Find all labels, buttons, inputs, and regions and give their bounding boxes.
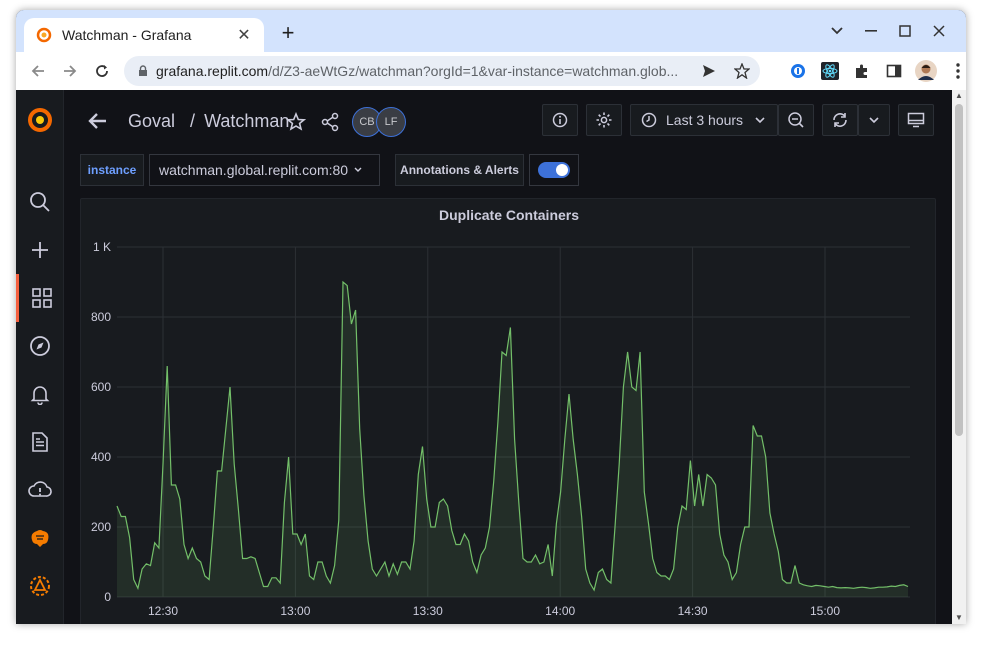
chevron-down-icon [755,116,765,123]
timeseries-chart[interactable]: 0 200 400 600 800 1 K 12:30 13:00 13:30 14:00 14:3… [81,199,937,624]
chevron-down-icon [354,167,362,172]
new-tab-button[interactable]: + [276,22,300,46]
duplicate-containers-panel[interactable]: Duplicate Containers 0 200 400 600 800 1 K 12:… [80,198,936,624]
x-tick-label: 14:00 [545,604,575,618]
monitor-icon [907,112,925,128]
zoom-out-icon [788,112,804,128]
instance-variable-select[interactable]: watchman.global.replit.com:80 [149,154,380,186]
breadcrumb-separator: / [190,111,196,131]
url-host: grafana.replit.com [156,63,269,79]
bell-alerting-icon[interactable] [16,370,64,418]
dashboard-title[interactable]: Watchman [204,111,289,131]
url-path: /d/Z3-aeWtGz/watchman?orgId=1&var-instan… [268,63,679,79]
x-tick-label: 15:00 [810,604,840,618]
address-bar[interactable]: grafana.replit.com/d/Z3-aeWtGz/watchman?… [124,56,760,86]
grafana-logo-icon[interactable] [16,96,64,144]
profile-avatar[interactable] [914,56,938,86]
side-panel-icon[interactable] [882,56,906,86]
arrow-right-icon [64,65,77,77]
info-icon [552,112,568,128]
y-tick-label: 600 [91,380,111,394]
minimize-icon[interactable] [854,18,888,44]
back-button[interactable] [22,55,54,87]
y-tick-label: 400 [91,450,111,464]
url-text: grafana.replit.com/d/Z3-aeWtGz/watchman?… [156,63,696,79]
refresh-icon [833,113,847,127]
share-icon[interactable] [320,112,340,132]
dashboards-grid-icon[interactable] [16,274,64,322]
tab-strip: Watchman - Grafana ✕ + [16,10,966,52]
clock-icon [641,112,657,128]
series-area [117,282,908,597]
react-devtools-icon[interactable] [818,56,842,86]
dashboard-info-button[interactable] [542,104,578,136]
browser-tab[interactable]: Watchman - Grafana ✕ [24,18,264,52]
time-range-label: Last 3 hours [666,112,744,128]
breadcrumb: Goval / Watchman [128,111,289,132]
annotations-toggle[interactable] [529,154,579,186]
instance-variable-label: instance [80,154,144,186]
window-controls [820,18,956,44]
refresh-button[interactable] [822,104,858,136]
arrow-left-icon [31,65,44,77]
browser-window: Watchman - Grafana ✕ + grafana.replit.co… [16,10,966,624]
chevron-down-icon [869,116,879,123]
close-window-icon[interactable] [922,18,956,44]
grafana-sidebar [16,90,64,624]
document-reports-icon[interactable] [16,418,64,466]
x-tick-label: 12:30 [148,604,178,618]
viewer-avatar-2[interactable]: LF [376,107,406,137]
toggle-knob [556,164,568,176]
close-tab-icon[interactable]: ✕ [236,25,252,45]
zoom-out-button[interactable] [778,104,814,136]
breadcrumb-folder[interactable]: Goval [128,111,175,131]
toggle-track [538,162,570,178]
y-tick-label: 1 K [93,240,111,254]
x-tick-label: 14:30 [678,604,708,618]
y-tick-label: 200 [91,520,111,534]
reload-icon [96,65,108,77]
star-favorite-icon[interactable] [286,112,306,132]
y-tick-label: 0 [104,590,111,604]
kebab-menu-icon[interactable] [946,56,966,86]
gear-icon [596,112,612,128]
back-arrow-icon[interactable] [86,110,108,132]
refresh-interval-dropdown[interactable] [858,104,890,136]
dashboard-settings-button[interactable] [586,104,622,136]
y-tick-label: 800 [91,310,111,324]
search-icon[interactable] [16,178,64,226]
tab-title: Watchman - Grafana [62,27,192,43]
chevron-down-icon[interactable] [820,18,854,44]
cloud-alert-icon[interactable] [16,466,64,514]
lock-icon [139,65,147,76]
browser-toolbar: grafana.replit.com/d/Z3-aeWtGz/watchman?… [16,52,966,90]
x-tick-label: 13:30 [413,604,443,618]
reload-button[interactable] [86,55,118,87]
tv-mode-button[interactable] [898,104,934,136]
maximize-icon[interactable] [888,18,922,44]
plus-icon[interactable] [16,226,64,274]
grafana-favicon-icon [36,27,52,43]
dashboard-main: Goval / Watchman CB LF Last 3 hours inst… [64,90,952,624]
compass-explore-icon[interactable] [16,322,64,370]
x-tick-label: 13:00 [280,604,310,618]
extension-icons [786,56,966,86]
extensions-puzzle-icon[interactable] [850,56,874,86]
instance-variable-value: watchman.global.replit.com:80 [159,162,349,178]
annotations-alerts-label: Annotations & Alerts [395,154,524,186]
scroll-down-arrow-icon[interactable]: ▼ [952,612,966,624]
machine-learning-brain-icon[interactable] [16,514,64,562]
send-icon[interactable] [702,64,716,78]
page-scrollbar[interactable]: ▲ ▼ [952,90,966,624]
password-manager-icon[interactable] [786,56,810,86]
oncall-icon[interactable] [16,562,64,610]
dashboard-header: Goval / Watchman CB LF Last 3 hours [64,104,952,140]
scroll-up-arrow-icon[interactable]: ▲ [952,90,966,102]
forward-button[interactable] [54,55,86,87]
time-range-picker[interactable]: Last 3 hours [630,104,778,136]
star-icon[interactable] [734,63,750,79]
scrollbar-thumb[interactable] [955,104,963,436]
